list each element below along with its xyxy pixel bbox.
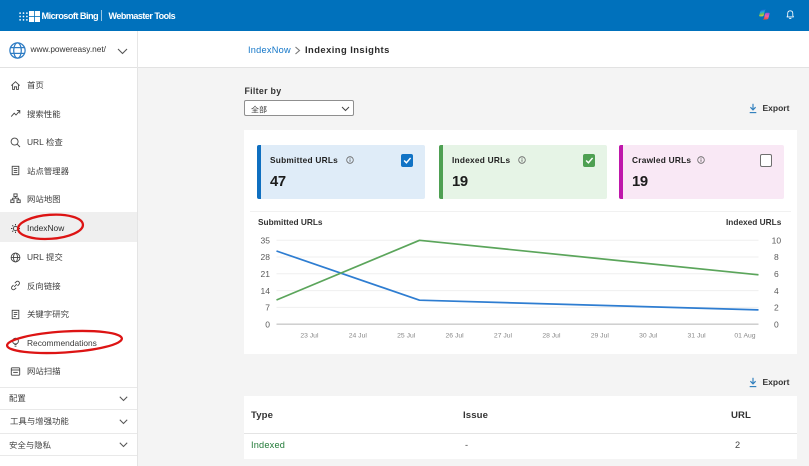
svg-text:27 Jul: 27 Jul <box>494 333 513 340</box>
svg-text:29 Jul: 29 Jul <box>591 333 610 340</box>
svg-text:24 Jul: 24 Jul <box>349 333 368 340</box>
svg-text:0: 0 <box>774 319 779 329</box>
svg-text:8: 8 <box>774 252 779 262</box>
svg-text:0: 0 <box>265 319 270 329</box>
svg-text:6: 6 <box>774 269 779 279</box>
svg-text:14: 14 <box>261 286 271 296</box>
svg-text:28 Jul: 28 Jul <box>542 333 561 340</box>
svg-text:2: 2 <box>774 303 779 313</box>
svg-text:28: 28 <box>261 252 271 262</box>
svg-text:35: 35 <box>261 235 271 245</box>
svg-text:26 Jul: 26 Jul <box>446 333 465 340</box>
svg-text:7: 7 <box>265 303 270 313</box>
svg-text:01 Aug: 01 Aug <box>734 333 755 340</box>
svg-text:23 Jul: 23 Jul <box>300 333 319 340</box>
svg-text:31 Jul: 31 Jul <box>688 333 707 340</box>
svg-text:4: 4 <box>774 286 779 296</box>
svg-text:25 Jul: 25 Jul <box>397 333 416 340</box>
svg-text:30 Jul: 30 Jul <box>639 333 658 340</box>
svg-text:21: 21 <box>261 269 271 279</box>
svg-text:10: 10 <box>772 235 782 245</box>
